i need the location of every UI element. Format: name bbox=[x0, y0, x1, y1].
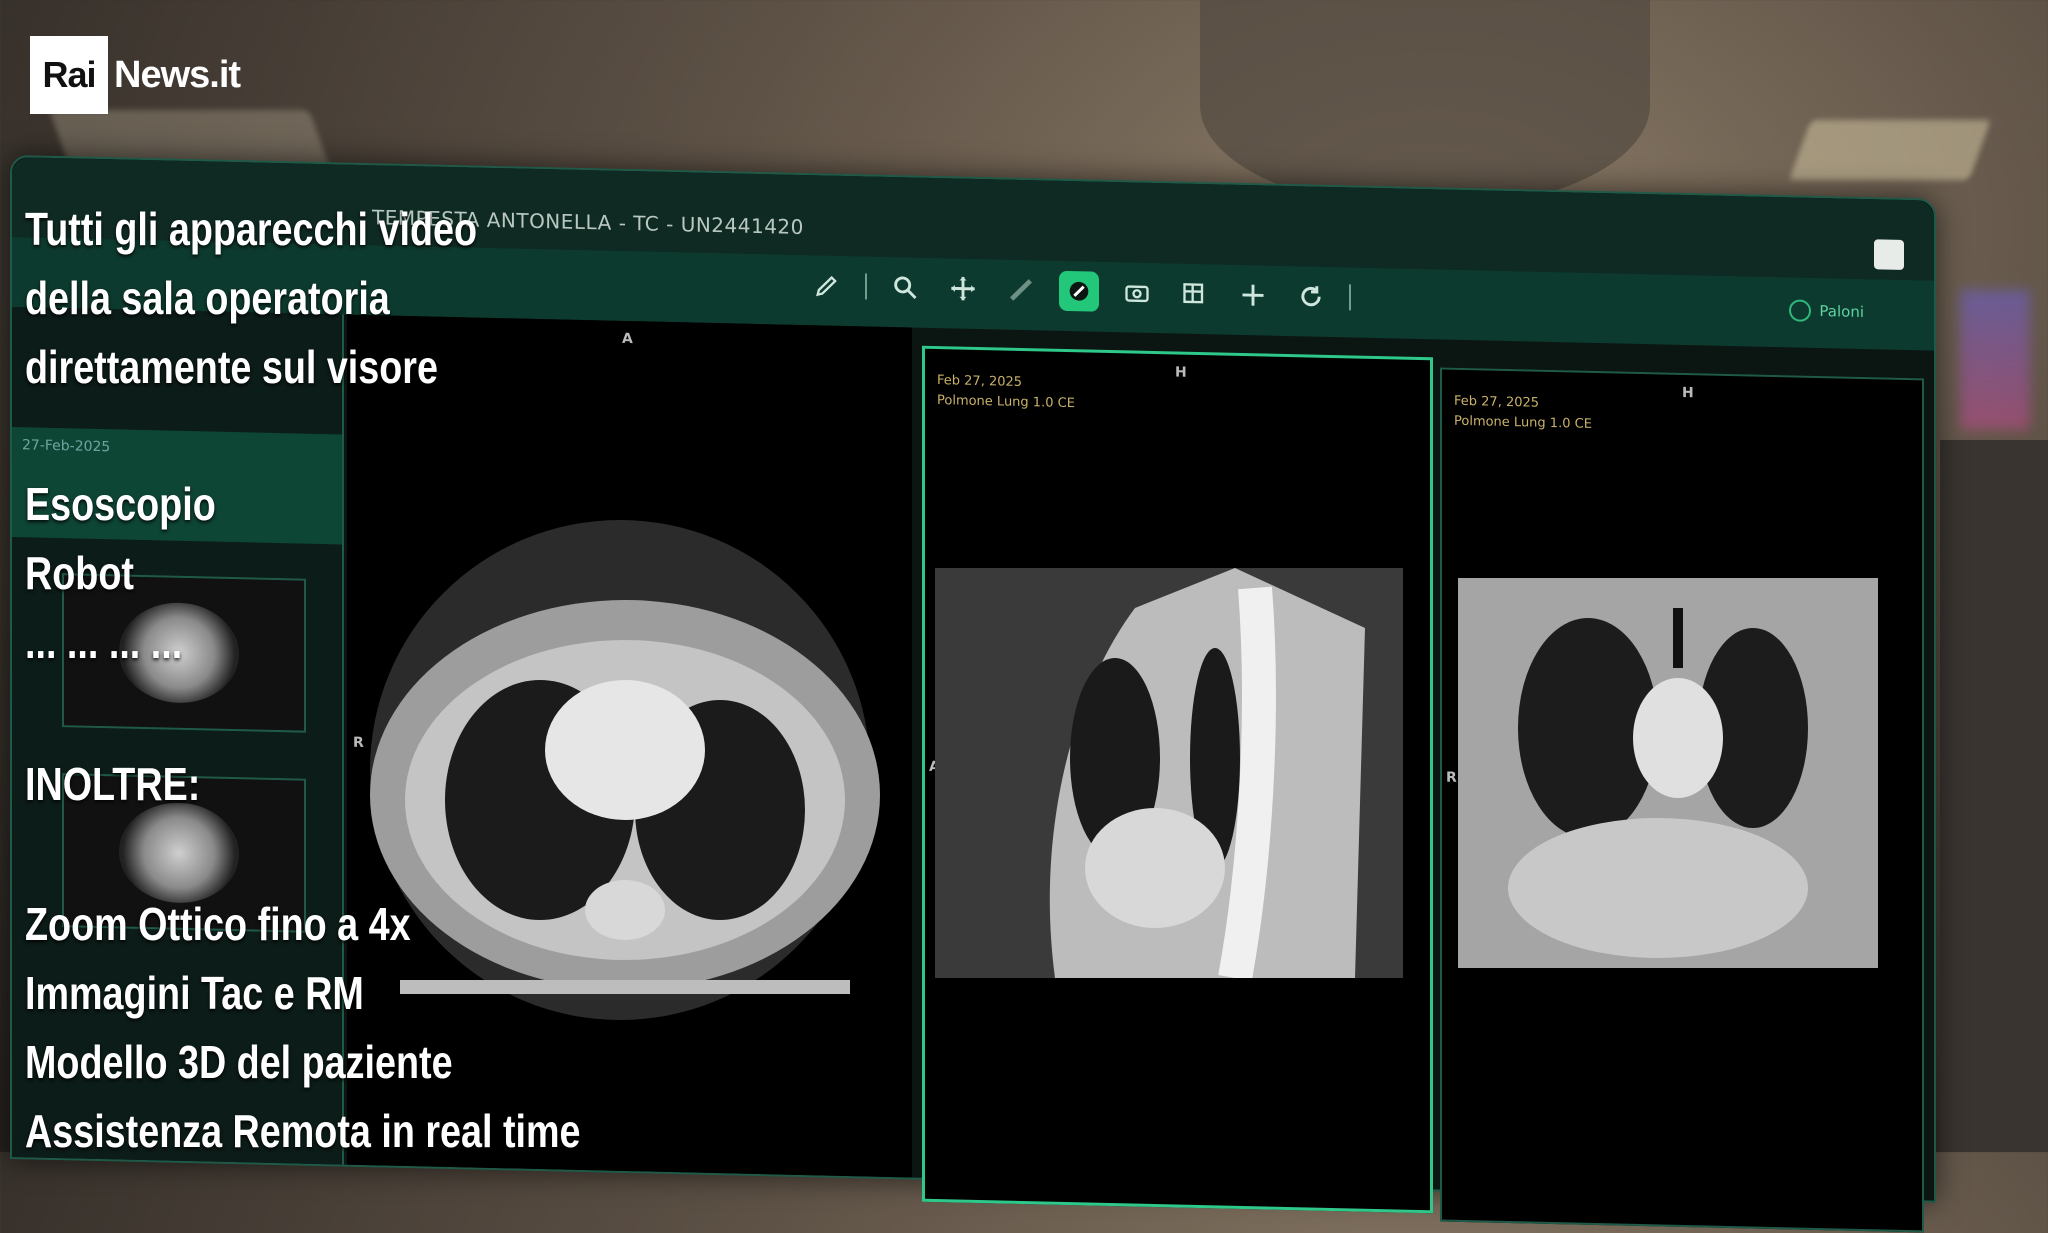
caption-line: Assistenza Remota in real time bbox=[25, 1105, 581, 1157]
caption-list2: Zoom Ottico fino a 4x Immagini Tac e RM … bbox=[25, 890, 581, 1166]
brush-icon[interactable] bbox=[1059, 270, 1099, 312]
caption-line: direttamente sul visore bbox=[25, 341, 438, 393]
toolbar-separator bbox=[1349, 284, 1351, 311]
orientation-top: H bbox=[1682, 384, 1694, 402]
viewport-series: Polmone Lung 1.0 CE bbox=[1454, 413, 1592, 432]
caption-line: Tutti gli apparecchi video bbox=[25, 203, 478, 255]
pencil-icon[interactable] bbox=[807, 265, 847, 306]
ceiling-fixture bbox=[1200, 0, 1650, 210]
caption-line: Zoom Ottico fino a 4x bbox=[25, 898, 411, 950]
ct-sagittal-image bbox=[935, 568, 1403, 978]
room-equipment bbox=[1940, 440, 2048, 1152]
study-date: 27-Feb-2025 bbox=[22, 437, 111, 456]
crosshair-icon[interactable] bbox=[1233, 275, 1273, 316]
window-close-button[interactable] bbox=[1874, 239, 1904, 270]
caption-line: Modello 3D del paziente bbox=[25, 1036, 453, 1088]
move-icon[interactable] bbox=[943, 268, 983, 309]
logo-box: Rai bbox=[30, 36, 108, 114]
ceiling-lamp bbox=[1789, 120, 1991, 180]
caption-line: Robot bbox=[25, 547, 134, 599]
ct-coronal-image bbox=[1458, 578, 1878, 968]
orientation-top: A bbox=[622, 330, 633, 348]
orientation-left: R bbox=[1446, 769, 1457, 786]
ruler-icon[interactable] bbox=[1001, 269, 1041, 310]
viewport-series: Polmone Lung 1.0 CE bbox=[937, 393, 1075, 412]
layout-icon[interactable] bbox=[1175, 273, 1215, 314]
rai-news-logo: Rai News.it bbox=[30, 36, 241, 114]
caption-list1: Esoscopio Robot ... ... ... ... bbox=[25, 470, 216, 677]
viewport-date: Feb 27, 2025 bbox=[1454, 393, 1540, 411]
viewport-date: Feb 27, 2025 bbox=[937, 373, 1023, 390]
logo-text: News.it bbox=[114, 53, 241, 96]
camera-icon[interactable] bbox=[1117, 272, 1157, 313]
toolbar-right-label: Paloni bbox=[1819, 302, 1864, 322]
caption-header2: INOLTRE: bbox=[25, 758, 201, 810]
toolbar-separator bbox=[865, 273, 867, 300]
toolbar-user[interactable]: Paloni bbox=[1789, 299, 1864, 323]
caption-line: Esoscopio bbox=[25, 478, 216, 530]
user-icon bbox=[1789, 299, 1812, 322]
caption-line: ... ... ... ... bbox=[25, 616, 183, 668]
caption-line: della sala operatoria bbox=[25, 272, 390, 324]
search-icon[interactable] bbox=[885, 267, 925, 308]
monitor-glow bbox=[1960, 290, 2030, 430]
caption-line: Immagini Tac e RM bbox=[25, 967, 364, 1019]
orientation-top: H bbox=[1175, 364, 1187, 381]
rotate-icon[interactable] bbox=[1291, 276, 1331, 317]
caption-intro: Tutti gli apparecchi video della sala op… bbox=[25, 195, 477, 402]
